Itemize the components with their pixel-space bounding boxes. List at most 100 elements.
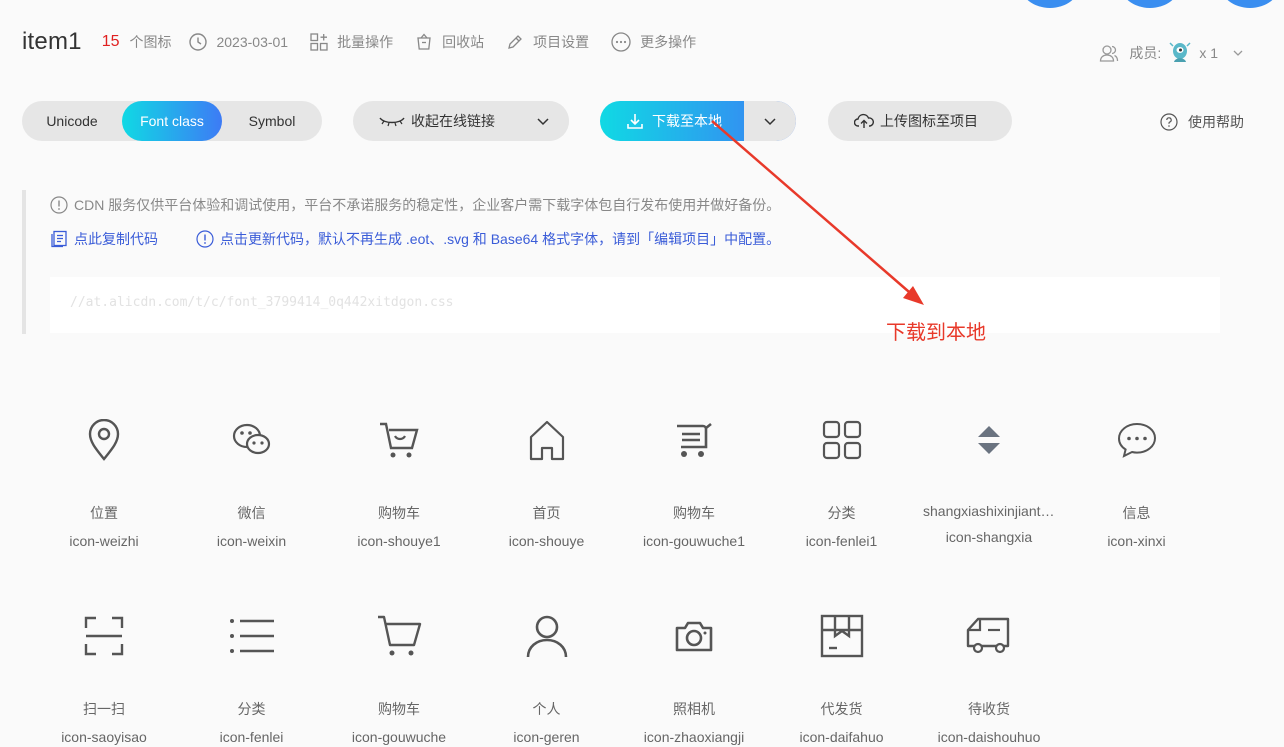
batch-label: 批量操作 <box>337 34 394 50</box>
more-icon <box>611 32 631 52</box>
icon-card[interactable]: 购物车 icon-gouwuche <box>325 608 473 745</box>
icon-card[interactable]: 购物车 icon-shouye1 <box>325 412 473 549</box>
update-code-link[interactable]: 点击更新代码，默认不再生成 .eot、.svg 和 Base64 格式字体，请到… <box>196 229 780 249</box>
icon-name: 购物车 <box>378 505 420 521</box>
tab-font-class[interactable]: Font class <box>122 101 222 141</box>
icon-class: icon-shouye <box>508 533 585 549</box>
recycle-button[interactable]: 回收站 <box>415 32 484 52</box>
icon-class: icon-shouye1 <box>357 533 441 549</box>
icon-name: 个人 <box>532 701 561 717</box>
chevron-down-icon <box>1233 50 1243 56</box>
date-text: 2023-03-01 <box>216 34 289 50</box>
cart-smile-icon <box>375 416 423 464</box>
icon-name: 代发货 <box>820 701 863 717</box>
top-avatar[interactable] <box>1020 0 1080 8</box>
icon-name: 购物车 <box>673 505 715 521</box>
eye-closed-icon <box>379 117 405 127</box>
recycle-label: 回收站 <box>442 34 485 50</box>
member-avatar <box>1169 42 1191 62</box>
icon-card[interactable]: 照相机 icon-zhaoxiangji <box>620 608 768 745</box>
user-icon <box>523 612 571 660</box>
members[interactable]: 成员: x 1 <box>1099 40 1244 66</box>
icon-name: 首页 <box>532 505 561 521</box>
members-icon <box>1100 45 1119 62</box>
question-icon <box>1160 113 1178 131</box>
message-icon <box>1113 416 1161 464</box>
icon-card[interactable]: 首页 icon-shouye <box>473 412 621 549</box>
chevron-down-icon <box>537 118 549 126</box>
icon-card[interactable]: 待收货 icon-daishouhuo <box>915 608 1063 745</box>
icon-card[interactable]: 扫一扫 icon-saoyisao <box>30 608 178 745</box>
chevron-down-icon <box>764 118 776 126</box>
cdn-warning: CDN 服务仅供平台体验和调试使用，平台不承诺服务的稳定性，企业客户需下载字体包… <box>50 195 780 215</box>
icon-card[interactable]: 购物车 icon-gouwuche1 <box>620 412 768 549</box>
icon-class: icon-daishouhuo <box>937 729 1041 745</box>
tab-unicode[interactable]: Unicode <box>22 101 122 141</box>
more-button[interactable]: 更多操作 <box>611 32 696 52</box>
upload-label: 上传图标至项目 <box>880 113 978 129</box>
settings-button[interactable]: 项目设置 <box>506 32 589 52</box>
annotation-label: 下载到本地 <box>886 322 986 344</box>
icon-name: 购物车 <box>378 701 420 717</box>
download-label: 下载至本地 <box>652 113 722 129</box>
update-code-label: 点击更新代码，默认不再生成 .eot、.svg 和 Base64 格式字体，请到… <box>220 231 781 247</box>
help-link[interactable]: 使用帮助 <box>1160 112 1244 132</box>
copy-code-link[interactable]: 点此复制代码 <box>50 229 158 249</box>
cdn-warning-text: CDN 服务仅供平台体验和调试使用，平台不承诺服务的稳定性，企业客户需下载字体包… <box>74 197 781 213</box>
cart-list-icon <box>670 416 718 464</box>
code-actions: 点此复制代码 点击更新代码，默认不再生成 .eot、.svg 和 Base64 … <box>50 229 780 249</box>
top-avatar[interactable] <box>1120 0 1180 8</box>
icon-class: icon-fenlei1 <box>805 533 878 549</box>
icon-count-label: 个图标 <box>129 34 172 50</box>
code-type-tabs: Unicode Font class Symbol <box>22 101 322 141</box>
icon-count: 15 <box>101 33 120 50</box>
icon-class: icon-weixin <box>216 533 287 549</box>
icon-card[interactable]: 分类 icon-fenlei1 <box>768 412 916 549</box>
icon-card[interactable]: 微信 icon-weixin <box>178 412 326 549</box>
icon-card[interactable]: 个人 icon-geren <box>473 608 621 745</box>
icon-class: icon-saoyisao <box>61 729 147 745</box>
icon-card[interactable]: shangxiashixinjiantou icon-shangxia <box>915 412 1063 545</box>
download-icon <box>627 114 643 129</box>
icon-name: 照相机 <box>673 701 715 717</box>
more-label: 更多操作 <box>640 34 697 50</box>
icon-class: icon-fenlei <box>219 729 284 745</box>
collapse-link-dropdown[interactable] <box>517 101 569 141</box>
download-dropdown[interactable] <box>744 101 796 141</box>
info-icon <box>50 196 68 214</box>
icon-class: icon-daifahuo <box>799 729 884 745</box>
upload-button[interactable]: 上传图标至项目 <box>828 101 1012 141</box>
icon-card[interactable]: 位置 icon-weizhi <box>30 412 178 549</box>
icon-name: 分类 <box>237 701 266 717</box>
batch-button[interactable]: 批量操作 <box>310 32 393 52</box>
project-header: item1 15 个图标 2023-03-01 批量操作 回收站 项目设置 更多… <box>22 26 1284 58</box>
icon-class: icon-gouwuche <box>351 729 447 745</box>
grid-icon <box>818 416 866 464</box>
icon-name: 位置 <box>90 505 118 521</box>
copy-code-label: 点此复制代码 <box>74 231 158 247</box>
icon-card[interactable]: 代发货 icon-daifahuo <box>768 608 916 745</box>
created-date: 2023-03-01 <box>189 33 288 51</box>
tab-symbol[interactable]: Symbol <box>222 101 322 141</box>
icon-card[interactable]: 信息 icon-xinxi <box>1063 412 1211 549</box>
icon-class: icon-shangxia <box>945 529 1033 545</box>
settings-label: 项目设置 <box>533 34 590 50</box>
scan-icon <box>80 612 128 660</box>
icon-card[interactable]: 分类 icon-fenlei <box>178 608 326 745</box>
top-avatars <box>1020 0 1280 8</box>
clock-icon <box>189 33 208 51</box>
batch-icon <box>310 33 328 51</box>
collapse-link-label: 收起在线链接 <box>411 113 495 129</box>
members-label: 成员: <box>1129 45 1162 61</box>
css-url-code[interactable]: //at.alicdn.com/t/c/font_3799414_0q442xi… <box>50 277 1220 333</box>
top-avatar[interactable] <box>1220 0 1280 8</box>
cdn-notice: CDN 服务仅供平台体验和调试使用，平台不承诺服务的稳定性，企业客户需下载字体包… <box>22 190 1220 334</box>
cloud-upload-icon <box>854 113 874 128</box>
icon-name: 微信 <box>237 505 266 521</box>
icon-class: icon-weizhi <box>69 533 139 549</box>
cart-icon <box>375 612 423 660</box>
icon-name: shangxiashixinjiantou <box>923 503 1057 519</box>
pencil-icon <box>508 35 523 49</box>
location-icon <box>80 416 128 464</box>
info-icon <box>196 230 214 248</box>
